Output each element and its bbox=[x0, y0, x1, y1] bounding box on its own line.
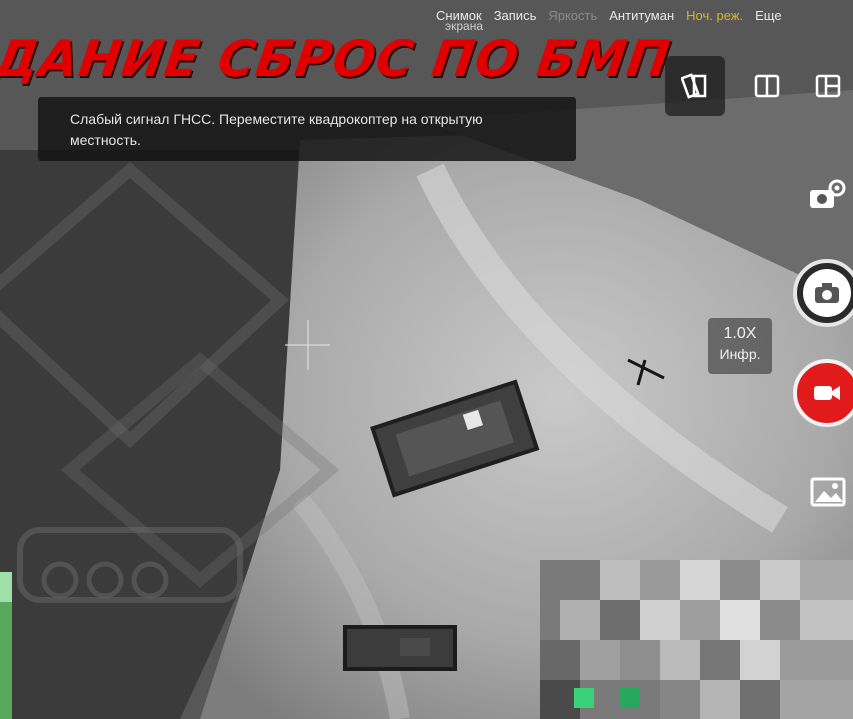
menu-more[interactable]: Еще bbox=[749, 8, 787, 28]
camera-settings-icon bbox=[810, 179, 846, 208]
split-screen-icon bbox=[681, 73, 707, 99]
zoom-indicator[interactable]: 1.0X Инфр. bbox=[708, 318, 772, 374]
menu-night-mode[interactable]: Ноч. реж. bbox=[680, 8, 749, 28]
top-menu: Снимок Запись Яркость Антитуман Ноч. реж… bbox=[430, 8, 853, 28]
menu-defog[interactable]: Антитуман bbox=[603, 8, 680, 28]
shutter-button[interactable] bbox=[793, 259, 853, 327]
infrared-mode-label: Инфр. bbox=[719, 346, 761, 362]
two-column-icon bbox=[754, 74, 780, 98]
camera-icon bbox=[815, 283, 839, 303]
layout-two-column-button[interactable] bbox=[737, 56, 797, 116]
shutter-inner bbox=[803, 269, 851, 317]
grid-layout-icon bbox=[815, 74, 841, 98]
menu-record[interactable]: Запись bbox=[488, 8, 543, 28]
gnss-warning-toast: Слабый сигнал ГНСС. Переместите квадроко… bbox=[38, 97, 576, 161]
video-camera-icon bbox=[814, 386, 840, 400]
toast-message: Слабый сигнал ГНСС. Переместите квадроко… bbox=[70, 111, 483, 148]
menu-subtext: экрана bbox=[445, 19, 484, 33]
gallery-button[interactable] bbox=[808, 474, 848, 510]
image-gallery-icon bbox=[810, 477, 846, 507]
record-button[interactable] bbox=[793, 359, 853, 427]
zoom-level: 1.0X bbox=[723, 325, 757, 342]
menu-brightness[interactable]: Яркость bbox=[542, 8, 603, 28]
camera-settings-button[interactable] bbox=[806, 176, 850, 216]
left-pixel-strip bbox=[0, 572, 12, 719]
banner-title: ДАНИЕ СБРОС ПО БМП bbox=[0, 30, 675, 88]
layout-split-button[interactable] bbox=[665, 56, 725, 116]
pixelated-overlay bbox=[540, 560, 853, 719]
layout-grid-button[interactable] bbox=[798, 56, 853, 116]
